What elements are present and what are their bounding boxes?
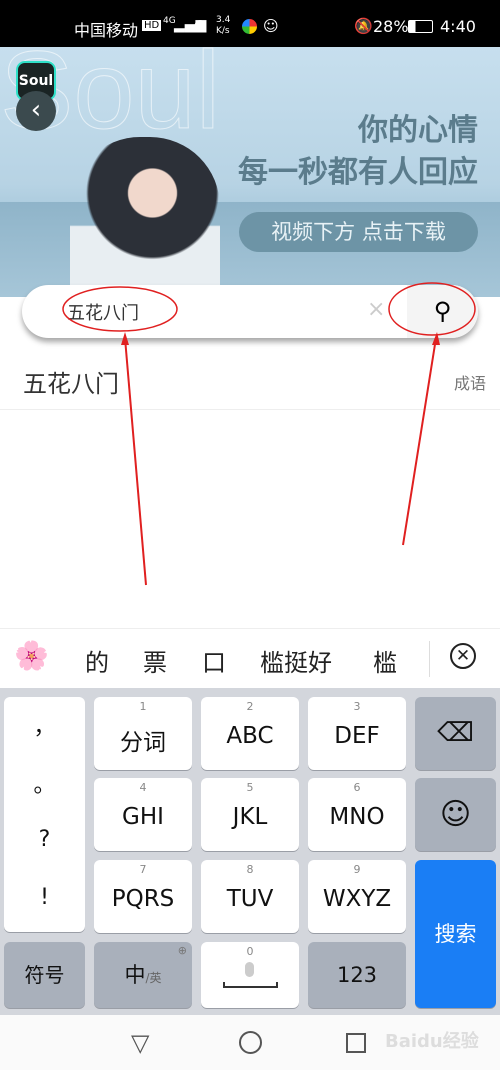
key-number: 8 xyxy=(246,863,254,876)
search-input[interactable] xyxy=(67,297,367,327)
key-comma[interactable]: ， xyxy=(4,709,85,741)
result-category: 成语 xyxy=(453,374,486,393)
key-number: 6 xyxy=(353,781,361,794)
back-nav-button[interactable]: ▽ xyxy=(131,1029,149,1057)
microphone-icon xyxy=(245,962,254,977)
key-number: 9 xyxy=(353,863,361,876)
key-exclamation[interactable]: ! xyxy=(4,885,85,910)
search-button[interactable]: ⚲ xyxy=(407,285,478,338)
search-key[interactable]: 搜索 xyxy=(415,860,496,1008)
divider xyxy=(429,641,430,677)
keyboard: ， 。 ? ! 1 分词 2 ABC 3 DEF ⌫ 4 GHI 5 JKL 6 MNO ☺… xyxy=(0,688,500,1015)
lang-sub: /英 xyxy=(145,971,162,985)
key-number: 2 xyxy=(246,700,254,713)
list-item[interactable]: 五花八门 成语 xyxy=(0,350,500,410)
key-number: 0 xyxy=(246,945,254,958)
language-toggle-key[interactable]: 中/英 ⊕ xyxy=(94,942,192,1008)
key-label: WXYZ xyxy=(322,886,392,912)
numeric-mode-key[interactable]: 123 xyxy=(308,942,406,1008)
face-icon: ☺ xyxy=(263,17,279,35)
punctuation-column[interactable]: ， 。 ? ! xyxy=(4,697,85,932)
space-bar-icon xyxy=(223,982,278,988)
clear-icon[interactable]: × xyxy=(367,297,385,322)
key-label: DEF xyxy=(334,723,380,749)
key-question[interactable]: ? xyxy=(4,827,85,852)
key-5[interactable]: 5 JKL xyxy=(201,778,299,851)
globe-icon: ⊕ xyxy=(177,944,187,957)
key-1[interactable]: 1 分词 xyxy=(94,697,192,770)
battery-icon xyxy=(408,20,433,33)
candidate[interactable]: 槛 xyxy=(373,643,397,678)
symbols-key[interactable]: 符号 xyxy=(4,942,85,1008)
lang-main: 中 xyxy=(124,963,146,987)
candidate-bar: 🌸 的 票 口 槛挺好 槛 ✕ xyxy=(0,628,500,688)
battery-percent: 28% xyxy=(373,17,409,36)
backspace-icon: ⌫ xyxy=(437,718,474,748)
navigation-bar: ▽ Baidu经验 xyxy=(0,1015,500,1070)
key-label: GHI xyxy=(122,804,164,830)
key-number: 1 xyxy=(139,700,147,713)
backspace-button[interactable]: ⌫ xyxy=(415,697,496,770)
smiley-icon: ☺ xyxy=(439,797,472,832)
ad-banner[interactable]: Soul Soul ‹ 你的心情 每一秒都有人回应 视频下方 点击下载 xyxy=(0,29,500,297)
candidate[interactable]: 槛挺好 xyxy=(260,643,332,678)
key-number: 5 xyxy=(246,781,254,794)
baidu-watermark: Baidu经验 xyxy=(385,1031,479,1052)
key-number: 3 xyxy=(353,700,361,713)
home-nav-button[interactable] xyxy=(239,1031,262,1054)
banner-photo xyxy=(70,137,220,297)
key-label: MNO xyxy=(329,804,385,830)
key-4[interactable]: 4 GHI xyxy=(94,778,192,851)
search-icon: ⚲ xyxy=(433,297,452,325)
key-label: PQRS xyxy=(111,886,175,912)
key-number: 7 xyxy=(139,863,147,876)
key-6[interactable]: 6 MNO xyxy=(308,778,406,851)
key-period[interactable]: 。 xyxy=(4,767,85,799)
key-number: 4 xyxy=(139,781,147,794)
banner-headline: 你的心情 xyxy=(358,113,478,148)
candidate[interactable]: 口 xyxy=(202,643,226,678)
key-3[interactable]: 3 DEF xyxy=(308,697,406,770)
space-key[interactable]: 0 xyxy=(201,942,299,1008)
close-candidates-icon[interactable]: ✕ xyxy=(450,643,476,669)
banner-subheadline: 每一秒都有人回应 xyxy=(238,155,478,190)
back-button[interactable]: ‹ xyxy=(16,91,56,131)
key-label: JKL xyxy=(232,804,268,830)
flower-emoji-icon[interactable]: 🌸 xyxy=(14,639,49,672)
key-label: TUV xyxy=(226,886,274,912)
candidate[interactable]: 票 xyxy=(143,643,167,678)
candidate[interactable]: 的 xyxy=(85,643,109,678)
key-2[interactable]: 2 ABC xyxy=(201,697,299,770)
download-button[interactable]: 视频下方 点击下载 xyxy=(239,212,478,252)
mute-icon: 🔕 xyxy=(354,17,373,35)
app-icon xyxy=(242,19,257,34)
result-title: 五花八门 xyxy=(23,370,119,398)
key-label: ABC xyxy=(226,723,274,749)
key-8[interactable]: 8 TUV xyxy=(201,860,299,933)
key-label: 分词 xyxy=(120,730,166,756)
recents-nav-button[interactable] xyxy=(346,1033,366,1053)
search-bar: × ⚲ xyxy=(22,285,478,338)
key-9[interactable]: 9 WXYZ xyxy=(308,860,406,933)
clock: 4:40 xyxy=(440,17,476,36)
emoji-button[interactable]: ☺ xyxy=(415,778,496,851)
